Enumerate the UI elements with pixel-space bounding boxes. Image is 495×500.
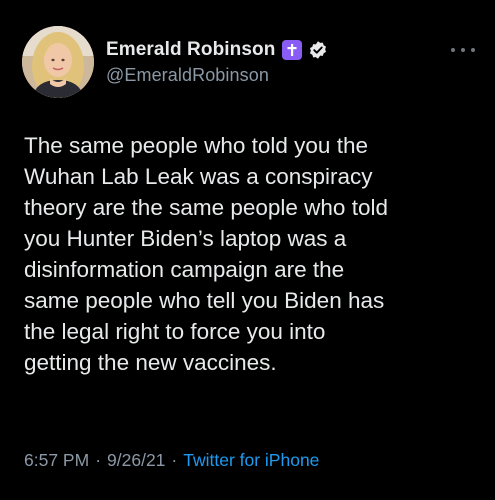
display-name[interactable]: Emerald Robinson <box>106 39 275 61</box>
tweet-date[interactable]: 9/26/21 <box>107 450 165 471</box>
separator: · <box>171 450 178 470</box>
tweet-source-link[interactable]: Twitter for iPhone <box>183 450 319 471</box>
tweet-text: The same people who told you the Wuhan L… <box>24 133 388 375</box>
avatar-photo <box>22 26 94 98</box>
verified-icon <box>310 41 327 59</box>
user-handle[interactable]: @EmeraldRobinson <box>106 65 328 86</box>
cross-icon <box>282 40 303 60</box>
tweet-card: Emerald Robinson @EmeraldRobinson The sa… <box>0 0 495 500</box>
name-row: Emerald Robinson <box>106 38 328 62</box>
avatar[interactable] <box>22 26 94 98</box>
tweet-header: Emerald Robinson @EmeraldRobinson <box>106 38 328 86</box>
tweet-time[interactable]: 6:57 PM <box>24 450 89 471</box>
separator: · <box>95 450 102 470</box>
more-options-icon[interactable] <box>451 44 475 56</box>
tweet-meta: 6:57 PM · 9/26/21 · Twitter for iPhone <box>24 450 319 471</box>
